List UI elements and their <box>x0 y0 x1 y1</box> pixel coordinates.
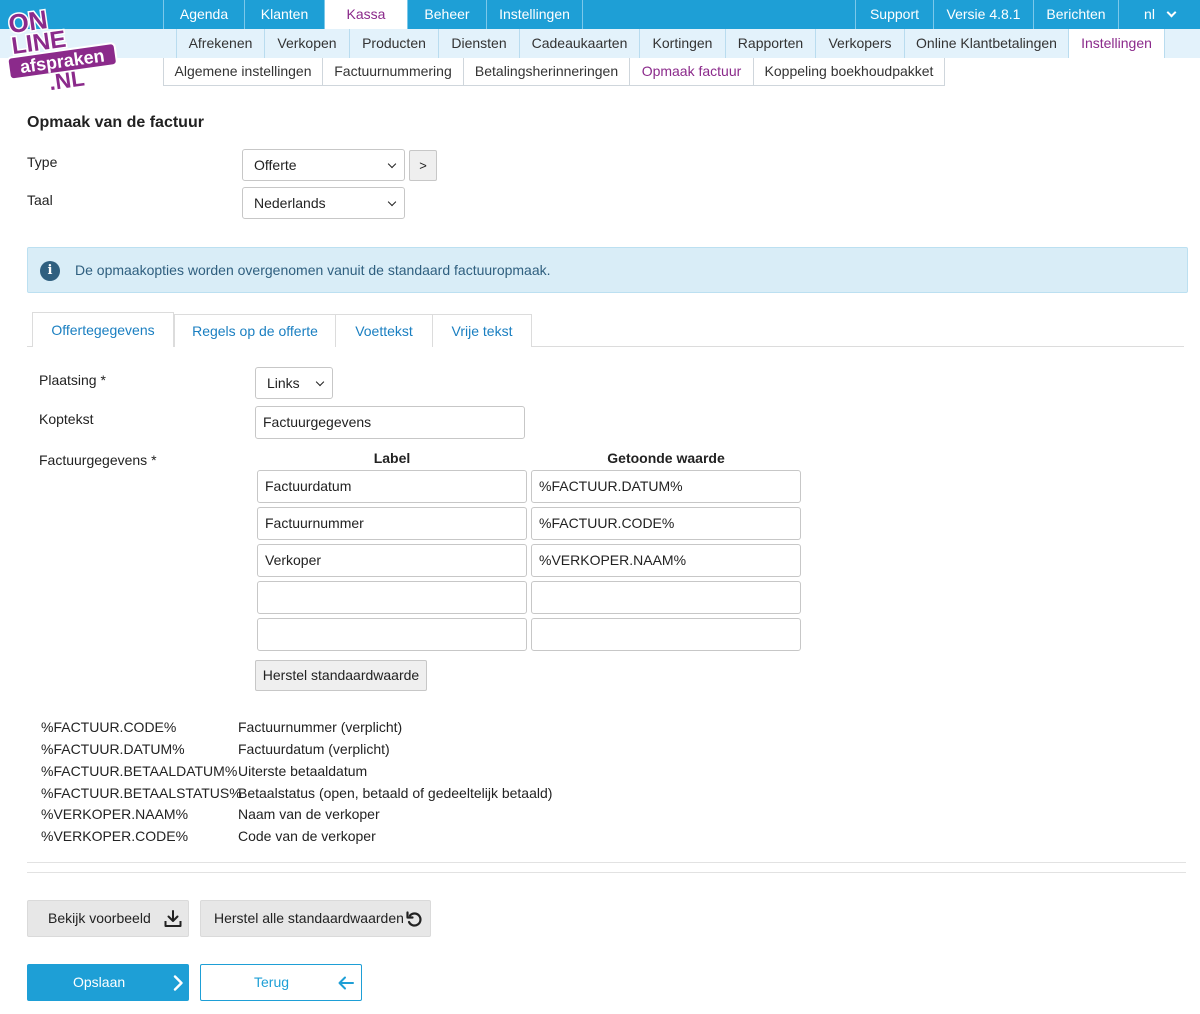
field-value-input[interactable]: %FACTUUR.CODE% <box>531 507 801 540</box>
legend-code: %FACTUUR.BETAALDATUM% <box>41 763 238 779</box>
subnav-afrekenen[interactable]: Afrekenen <box>176 29 265 58</box>
info-text: De opmaakopties worden overgenomen vanui… <box>75 262 551 278</box>
type-select-value: Offerte <box>254 157 297 173</box>
subnav-verkopen[interactable]: Verkopen <box>265 29 350 58</box>
divider <box>27 862 1186 863</box>
nav-instellingen[interactable]: Instellingen <box>487 0 583 29</box>
header-text-label: Koptekst <box>39 411 94 427</box>
nav-support[interactable]: Support <box>855 0 934 29</box>
header-text-input[interactable]: Factuurgegevens <box>255 406 525 439</box>
field-value-input[interactable]: %FACTUUR.DATUM% <box>531 470 801 503</box>
back-button-label: Terug <box>254 974 290 990</box>
main-nav: Agenda Klanten Kassa Beheer Instellingen… <box>0 0 1200 29</box>
next-type-button[interactable]: > <box>409 150 437 181</box>
tab-vrije-tekst[interactable]: Vrije tekst <box>432 314 532 347</box>
subnav-instellingen[interactable]: Instellingen <box>1068 29 1165 58</box>
subnav-diensten[interactable]: Diensten <box>439 29 520 58</box>
placement-select-value: Links <box>267 375 300 391</box>
chevron-down-icon <box>315 377 325 387</box>
undo-icon <box>406 911 422 927</box>
chevron-down-icon <box>387 197 397 207</box>
invoice-fields-label: Factuurgegevens * <box>39 452 157 468</box>
language-select[interactable]: Nederlands <box>242 187 405 219</box>
legend-code: %FACTUUR.BETAALSTATUS% <box>41 785 242 801</box>
subnav-rapporten[interactable]: Rapporten <box>726 29 816 58</box>
legend-code: %VERKOPER.CODE% <box>41 828 189 844</box>
settings-tab-algemeen[interactable]: Algemene instellingen <box>163 58 323 86</box>
nav-kassa[interactable]: Kassa <box>325 0 407 29</box>
info-alert: i De opmaakopties worden overgenomen van… <box>27 247 1188 293</box>
field-value-input[interactable]: %VERKOPER.NAAM% <box>531 544 801 577</box>
nav-klanten[interactable]: Klanten <box>245 0 325 29</box>
back-button[interactable]: Terug <box>200 964 362 1001</box>
field-value-input[interactable] <box>531 618 801 651</box>
field-value-input[interactable] <box>531 581 801 614</box>
legend-code: %VERKOPER.NAAM% <box>41 806 189 822</box>
sub-nav: Afrekenen Verkopen Producten Diensten Ca… <box>0 29 1200 58</box>
preview-button[interactable]: Bekijk voorbeeld <box>27 900 189 937</box>
logo-graphic: ON LINE afspraken .NL <box>5 3 118 97</box>
logo[interactable]: ON LINE afspraken .NL <box>4 0 122 97</box>
language-selector[interactable]: nl <box>1119 0 1200 29</box>
settings-tab-factuurnummering[interactable]: Factuurnummering <box>323 58 464 86</box>
field-label-input[interactable] <box>257 581 527 614</box>
field-label-input[interactable] <box>257 618 527 651</box>
field-label-input[interactable]: Verkoper <box>257 544 527 577</box>
chevron-down-icon <box>1166 7 1177 18</box>
subnav-producten[interactable]: Producten <box>350 29 439 58</box>
subnav-kortingen[interactable]: Kortingen <box>640 29 726 58</box>
column-header-value: Getoonde waarde <box>607 450 725 466</box>
placement-label: Plaatsing * <box>39 372 106 388</box>
field-label-input[interactable]: Factuurnummer <box>257 507 527 540</box>
nav-version[interactable]: Versie 4.8.1 <box>934 0 1034 29</box>
reset-all-button[interactable]: Herstel alle standaardwaarden <box>200 900 431 937</box>
field-label-input[interactable]: Factuurdatum <box>257 470 527 503</box>
tab-regels-op-de-offerte[interactable]: Regels op de offerte <box>174 314 336 347</box>
legend-code: %FACTUUR.DATUM% <box>41 741 185 757</box>
chevron-down-icon <box>387 159 397 169</box>
logo-text-nl: .NL <box>47 65 86 90</box>
placement-select[interactable]: Links <box>255 367 333 399</box>
reset-default-button[interactable]: Herstel standaardwaarde <box>255 660 427 691</box>
chevron-right-icon <box>173 975 183 991</box>
legend-description: Naam van de verkoper <box>238 806 380 822</box>
legend-description: Factuurdatum (verplicht) <box>238 741 390 757</box>
page-title: Opmaak van de factuur <box>27 114 204 131</box>
tab-offertegegevens[interactable]: Offertegegevens <box>32 312 174 347</box>
nav-beheer[interactable]: Beheer <box>407 0 487 29</box>
language-label: Taal <box>27 192 53 208</box>
save-button-label: Opslaan <box>73 974 126 990</box>
subnav-verkopers[interactable]: Verkopers <box>816 29 905 58</box>
info-icon: i <box>40 261 60 281</box>
nav-messages[interactable]: Berichten <box>1034 0 1119 29</box>
settings-tab-betalingsherinneringen[interactable]: Betalingsherinneringen <box>464 58 630 86</box>
arrow-left-icon <box>338 976 354 990</box>
language-label: nl <box>1144 6 1155 22</box>
legend-description: Uiterste betaaldatum <box>238 763 368 779</box>
download-icon <box>164 910 182 927</box>
legend-description: Code van de verkoper <box>238 828 376 844</box>
subnav-online-klantbetalingen[interactable]: Online Klantbetalingen <box>905 29 1069 58</box>
settings-tab-opmaak-factuur[interactable]: Opmaak factuur <box>630 58 754 86</box>
subnav-cadeaukaarten[interactable]: Cadeaukaarten <box>520 29 640 58</box>
column-header-label: Label <box>373 450 411 466</box>
legend-description: Factuurnummer (verplicht) <box>238 719 403 735</box>
settings-nav: Algemene instellingen Factuurnummering B… <box>0 58 1200 86</box>
legend-description: Betaalstatus (open, betaald of gedeeltel… <box>238 785 553 801</box>
preview-button-label: Bekijk voorbeeld <box>48 910 151 926</box>
type-label: Type <box>27 154 58 170</box>
settings-tab-koppeling[interactable]: Koppeling boekhoudpakket <box>754 58 945 86</box>
divider <box>27 872 1186 873</box>
save-button[interactable]: Opslaan <box>27 964 189 1001</box>
tab-voettekst[interactable]: Voettekst <box>335 314 433 347</box>
type-select[interactable]: Offerte <box>242 149 405 181</box>
language-select-value: Nederlands <box>254 195 326 211</box>
legend-code: %FACTUUR.CODE% <box>41 719 177 735</box>
reset-all-button-label: Herstel alle standaardwaarden <box>214 910 404 926</box>
nav-agenda[interactable]: Agenda <box>163 0 245 29</box>
